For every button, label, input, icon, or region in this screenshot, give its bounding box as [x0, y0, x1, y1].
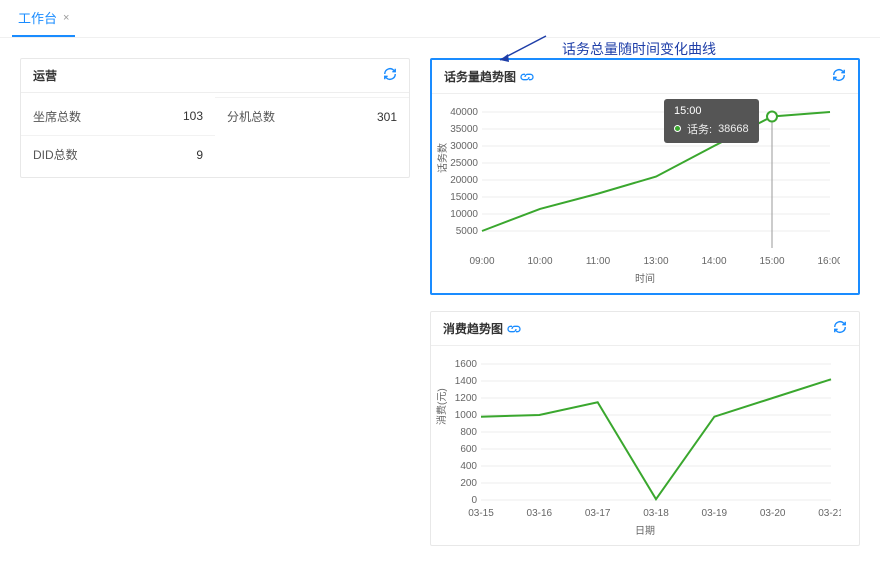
svg-text:25000: 25000 — [450, 158, 478, 169]
svg-text:200: 200 — [460, 478, 477, 489]
tab-label: 工作台 — [18, 8, 57, 27]
ops-panel: 运营 坐席总数 103 分机总数 301 DID总 — [20, 58, 410, 178]
svg-text:1200: 1200 — [455, 393, 478, 404]
svg-text:0: 0 — [471, 495, 477, 506]
link-icon[interactable] — [506, 322, 522, 336]
svg-text:03-18: 03-18 — [643, 508, 669, 519]
svg-text:1400: 1400 — [455, 376, 478, 387]
svg-text:11:00: 11:00 — [586, 256, 611, 267]
stat-row: 分机总数 301 — [215, 97, 409, 135]
svg-text:03-20: 03-20 — [760, 508, 786, 519]
stat-value: 9 — [196, 148, 203, 162]
spend-ylabel: 消费(元) — [433, 389, 448, 426]
traffic-panel-title: 话务量趋势图 — [444, 68, 535, 85]
svg-text:03-19: 03-19 — [702, 508, 728, 519]
refresh-icon[interactable] — [833, 320, 847, 337]
svg-text:03-21: 03-21 — [818, 508, 841, 519]
svg-text:16:00: 16:00 — [817, 256, 840, 267]
traffic-chart[interactable]: 话务数 5000 10000 15000 20000 25000 30000 35000 40… — [432, 94, 858, 274]
svg-text:03-17: 03-17 — [585, 508, 611, 519]
ops-panel-title: 运营 — [33, 67, 57, 84]
link-icon[interactable] — [519, 70, 535, 84]
stat-row: 坐席总数 103 — [21, 97, 215, 135]
tab-workbench[interactable]: 工作台 × — [12, 0, 75, 37]
svg-text:30000: 30000 — [450, 141, 478, 152]
traffic-ylabel: 话务数 — [434, 143, 449, 173]
spend-chart[interactable]: 消费(元) 0 200 400 600 800 1000 1200 1400 1600 03-15… — [431, 346, 859, 526]
svg-text:15000: 15000 — [450, 192, 478, 203]
stat-row: DID总数 9 — [21, 135, 215, 173]
svg-text:5000: 5000 — [456, 226, 479, 237]
spend-panel: 消费趋势图 消费(元) 02004 — [430, 311, 860, 546]
spend-panel-title: 消费趋势图 — [443, 320, 522, 337]
svg-text:10:00: 10:00 — [527, 256, 552, 267]
svg-text:13:00: 13:00 — [643, 256, 668, 267]
stat-value: 301 — [377, 110, 397, 124]
traffic-panel: 话务量趋势图 话务数 500010 — [430, 58, 860, 295]
svg-text:10000: 10000 — [450, 209, 478, 220]
svg-text:14:00: 14:00 — [701, 256, 726, 267]
annotation-text: 话务总量随时间变化曲线 — [562, 39, 716, 59]
svg-text:800: 800 — [460, 427, 477, 438]
svg-text:40000: 40000 — [450, 107, 478, 118]
svg-text:15:00: 15:00 — [759, 256, 784, 267]
stat-label: 分机总数 — [227, 108, 275, 125]
svg-text:03-15: 03-15 — [468, 508, 494, 519]
svg-text:400: 400 — [460, 461, 477, 472]
svg-text:20000: 20000 — [450, 175, 478, 186]
svg-text:1000: 1000 — [455, 410, 478, 421]
stat-value: 103 — [183, 109, 203, 123]
svg-text:1600: 1600 — [455, 359, 478, 370]
svg-text:03-16: 03-16 — [527, 508, 553, 519]
refresh-icon[interactable] — [832, 68, 846, 85]
stat-label: 坐席总数 — [33, 108, 81, 125]
svg-text:600: 600 — [460, 444, 477, 455]
svg-text:35000: 35000 — [450, 124, 478, 135]
tab-bar: 工作台 × — [0, 0, 880, 38]
refresh-icon[interactable] — [383, 67, 397, 84]
stat-label: DID总数 — [33, 146, 78, 163]
svg-text:09:00: 09:00 — [469, 256, 494, 267]
tab-close-icon[interactable]: × — [63, 12, 69, 24]
